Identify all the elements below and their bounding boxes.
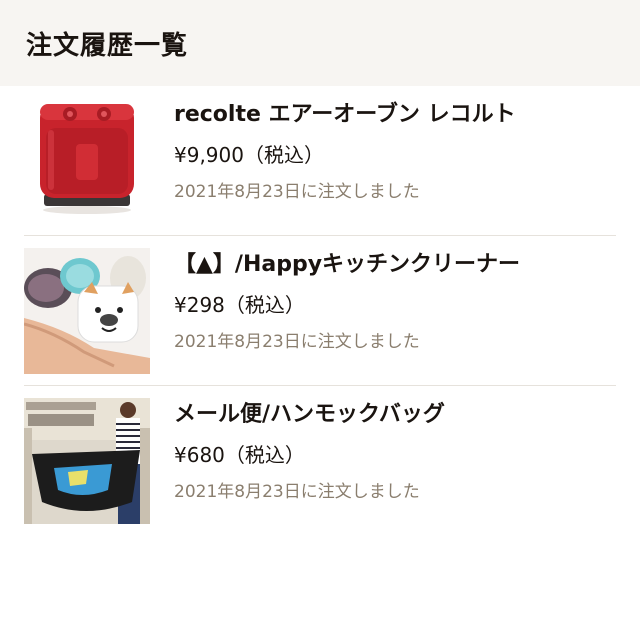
- page-header: 注文履歴一覧: [0, 0, 640, 86]
- kitchen-cleaner-image[interactable]: [24, 248, 150, 374]
- order-item[interactable]: メール便/ハンモックバッグ ¥680（税込） 2021年8月23日に注文しました: [24, 386, 616, 536]
- order-info: recolte エアーオーブン レコルト ¥9,900（税込） 2021年8月2…: [174, 86, 516, 204]
- product-price: ¥9,900（税込）: [174, 143, 324, 167]
- order-item[interactable]: recolte エアーオーブン レコルト ¥9,900（税込） 2021年8月2…: [24, 86, 616, 236]
- product-name[interactable]: recolte エアーオーブン レコルト: [174, 100, 516, 130]
- order-info: 【▲】/Happyキッチンクリーナー ¥298（税込） 2021年8月23日に注…: [174, 236, 520, 354]
- order-date: 2021年8月23日に注文しました: [174, 332, 420, 352]
- product-price: ¥680（税込）: [174, 443, 305, 467]
- product-price: ¥298（税込）: [174, 293, 305, 317]
- order-info: メール便/ハンモックバッグ ¥680（税込） 2021年8月23日に注文しました: [174, 386, 445, 504]
- order-date: 2021年8月23日に注文しました: [174, 482, 420, 502]
- product-name[interactable]: メール便/ハンモックバッグ: [174, 400, 445, 430]
- order-item[interactable]: 【▲】/Happyキッチンクリーナー ¥298（税込） 2021年8月23日に注…: [24, 236, 616, 386]
- order-list: recolte エアーオーブン レコルト ¥9,900（税込） 2021年8月2…: [0, 86, 640, 536]
- air-oven-image[interactable]: [24, 98, 150, 224]
- page-title: 注文履歴一覧: [26, 30, 189, 61]
- order-date: 2021年8月23日に注文しました: [174, 182, 420, 202]
- hammock-bag-image[interactable]: [24, 398, 150, 524]
- product-name[interactable]: 【▲】/Happyキッチンクリーナー: [174, 250, 520, 280]
